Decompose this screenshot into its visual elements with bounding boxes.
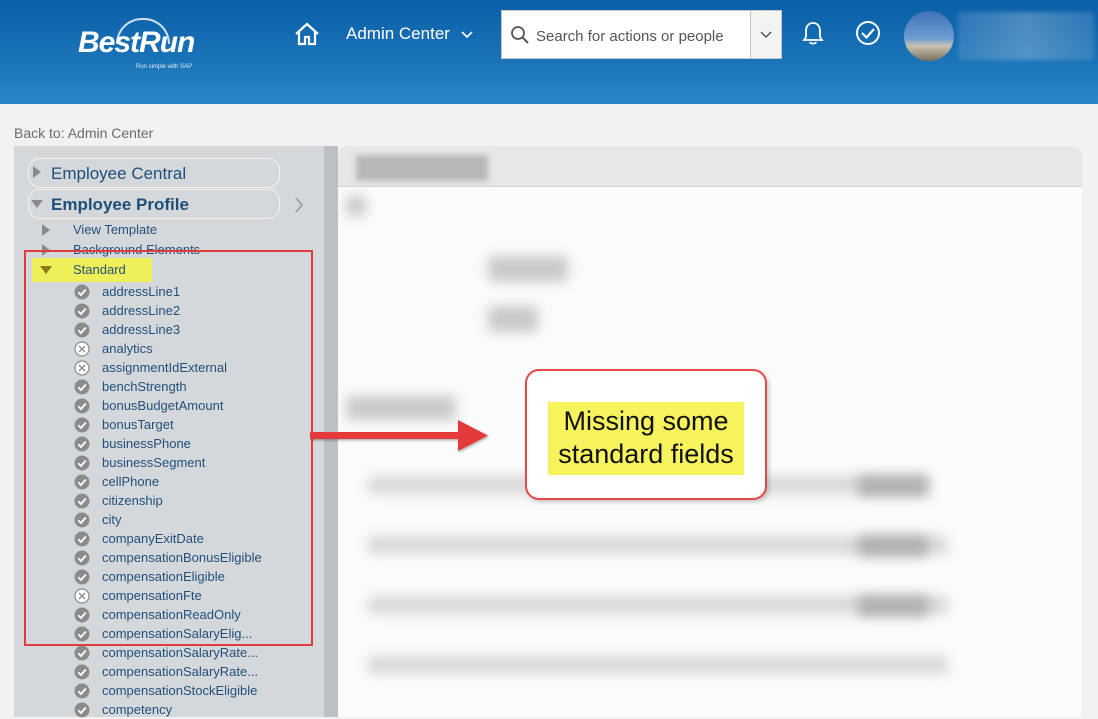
annotation-callout: Missing some standard fields: [525, 369, 767, 500]
expand-arrow-icon: [33, 166, 41, 178]
module-menu[interactable]: Admin Center: [346, 24, 473, 44]
field-label: compensationSalaryRate...: [102, 645, 259, 660]
chevron-right-icon[interactable]: [294, 196, 304, 214]
blurred-content: [368, 656, 948, 674]
section-employee-profile[interactable]: Employee Profile: [28, 189, 280, 219]
logo-text: BestRun: [78, 26, 195, 59]
blurred-content: [488, 306, 538, 332]
section-label: Employee Profile: [51, 195, 189, 214]
collapse-arrow-icon: [31, 200, 43, 208]
search-field[interactable]: Search for actions or people: [501, 10, 751, 59]
module-label: Admin Center: [346, 24, 450, 43]
back-link[interactable]: Back to: Admin Center: [14, 125, 153, 141]
user-name-redacted[interactable]: [958, 12, 1094, 60]
blurred-content: [858, 536, 928, 556]
callout-text: Missing some standard fields: [548, 402, 744, 475]
check-circle-icon: [74, 702, 90, 718]
expand-arrow-icon: [42, 224, 50, 236]
blurred-content: [858, 596, 928, 616]
home-icon[interactable]: [294, 22, 320, 46]
search-scope-dropdown[interactable]: [750, 10, 782, 59]
chevron-down-icon: [760, 31, 772, 39]
check-circle-icon: [74, 645, 90, 661]
check-circle-icon: [74, 683, 90, 699]
field-label: competency: [102, 702, 173, 717]
logo-tagline: Run simple with SAP: [136, 64, 193, 70]
search-icon: [511, 26, 529, 44]
annotation-arrow-icon: [310, 420, 488, 451]
check-circle-icon: [74, 664, 90, 680]
field-label: compensationSalaryRate...: [102, 664, 259, 679]
user-avatar[interactable]: [904, 11, 954, 61]
tree-node-label: View Template: [73, 222, 158, 237]
section-label: Employee Central: [51, 164, 187, 183]
field-label: compensationStockEligible: [102, 683, 258, 698]
search-input[interactable]: Search for actions or people: [536, 28, 724, 45]
blurred-content: [346, 196, 366, 216]
approvals-check-icon[interactable]: [855, 20, 881, 46]
blurred-content: [488, 256, 568, 282]
section-employee-central[interactable]: Employee Central: [28, 158, 280, 188]
content-title-redacted: [356, 155, 488, 181]
content-header: [338, 146, 1082, 187]
shell-header: BestRun Run simple with SAP Admin Center…: [0, 0, 1098, 104]
blurred-content: [346, 396, 456, 420]
company-logo[interactable]: BestRun Run simple with SAP: [78, 18, 208, 70]
annotation-red-box: [24, 250, 313, 646]
notifications-bell-icon[interactable]: [802, 20, 824, 46]
chevron-down-icon: [461, 30, 473, 38]
blurred-content: [858, 476, 928, 496]
